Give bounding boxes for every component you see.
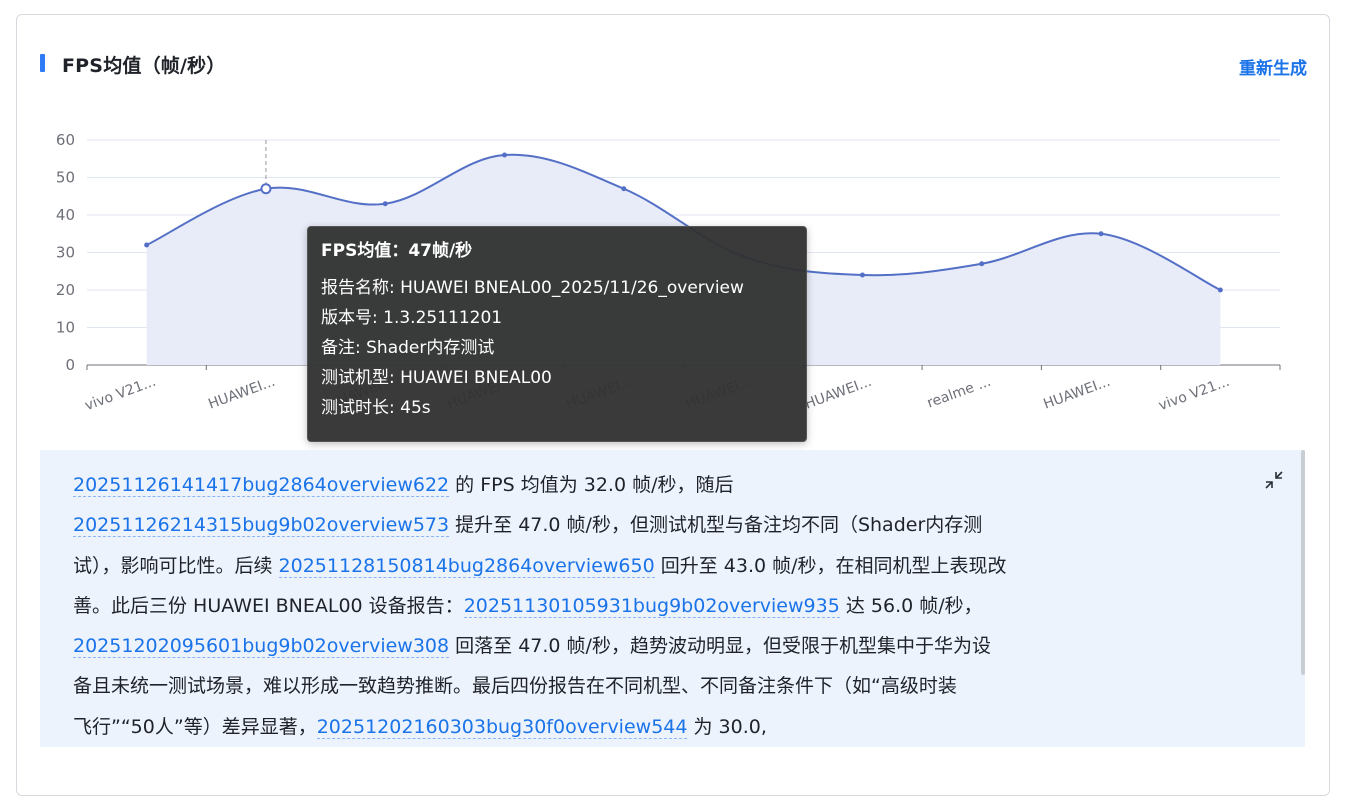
summary-text-span: 为 30.0, [687, 715, 767, 738]
summary-text-span: 回落至 47.0 帧/秒，趋势波动明显，但受限于机型集中于华为设 [449, 635, 991, 658]
summary-scrollbar[interactable] [1301, 450, 1305, 675]
data-point [1098, 231, 1104, 237]
summary-text: 20251126141417bug2864overview622 的 FPS 均… [73, 465, 1163, 747]
x-tick-label: realme ... [925, 374, 993, 412]
report-link[interactable]: 20251202095601bug9b02overview308 [73, 635, 450, 659]
x-tick-label: vivo V21... [1157, 374, 1232, 414]
y-tick-label: 60 [56, 131, 75, 149]
y-tick-label: 20 [56, 281, 75, 299]
summary-text-span: 飞行”“50人”等）差异显著， [73, 715, 317, 738]
x-tick-label: vivo V21... [83, 374, 158, 414]
y-tick-label: 40 [56, 206, 75, 224]
tooltip-version: 版本号: 1.3.25111201 [321, 308, 503, 328]
report-link[interactable]: 20251126214315bug9b02overview573 [73, 514, 450, 538]
chart-tooltip: FPS均值：47帧/秒 报告名称: HUAWEI BNEAL00_2025/11… [307, 226, 807, 442]
summary-text-span: 善。此后三份 HUAWEI BNEAL00 设备报告： [73, 594, 464, 617]
summary-text-span: 的 FPS 均值为 32.0 帧/秒，随后 [449, 474, 734, 496]
x-tick-label: HUAWEI... [803, 374, 874, 413]
tooltip-remark: 备注: Shader内存测试 [321, 338, 495, 358]
data-point [502, 152, 508, 158]
data-point [979, 261, 985, 267]
tooltip-title: FPS均值：47帧/秒 [321, 241, 473, 261]
data-point [1217, 287, 1223, 293]
x-tick-label: HUAWEI... [1041, 374, 1112, 413]
report-link[interactable]: 20251126141417bug2864overview622 [73, 474, 450, 497]
summary-text-span: 达 56.0 帧/秒， [839, 594, 983, 617]
y-tick-label: 0 [65, 356, 75, 374]
collapse-icon[interactable] [1262, 468, 1286, 492]
report-link[interactable]: 20251130105931bug9b02overview935 [463, 594, 840, 618]
summary-text-span: 试），影响可比性。后续 [73, 554, 279, 577]
tooltip-device-model: 测试机型: HUAWEI BNEAL00 [321, 368, 552, 388]
data-point [621, 186, 627, 192]
tooltip-report-name: 报告名称: HUAWEI BNEAL00_2025/11/26_overview [321, 278, 744, 298]
summary-text-span: 回升至 43.0 帧/秒，在相同机型上表现改 [654, 554, 1007, 577]
data-point [382, 201, 388, 207]
ai-summary-box: 20251126141417bug2864overview622 的 FPS 均… [40, 450, 1305, 747]
report-link[interactable]: 20251128150814bug2864overview650 [278, 554, 655, 578]
tooltip-duration: 测试时长: 45s [321, 398, 431, 418]
summary-text-span: 提升至 47.0 帧/秒，但测试机型与备注均不同（Shader内存测 [449, 514, 983, 537]
data-point [859, 272, 865, 278]
y-tick-label: 50 [56, 169, 75, 187]
y-tick-label: 30 [56, 244, 75, 262]
data-point [144, 242, 150, 248]
report-link[interactable]: 20251202160303bug30f0overview544 [316, 715, 688, 739]
data-point-highlighted [260, 183, 272, 195]
summary-text-span: 备且未统一测试场景，难以形成一致趋势推断。最后四份报告在不同机型、不同备注条件下… [73, 675, 957, 698]
x-tick-label: HUAWEI... [206, 374, 277, 413]
y-tick-label: 10 [56, 319, 75, 337]
